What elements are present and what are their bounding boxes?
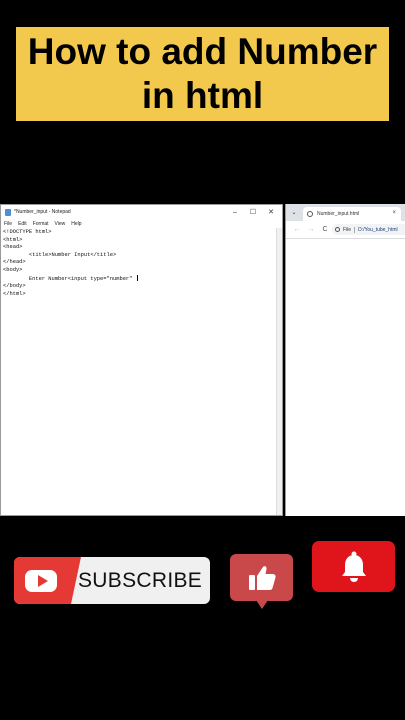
- title-banner: How to add Number in html: [16, 27, 389, 121]
- code-line: </head>: [3, 259, 26, 266]
- globe-icon: [307, 211, 313, 217]
- tab-close-icon[interactable]: ×: [392, 210, 396, 216]
- title-line-1: How to add Number: [27, 31, 378, 72]
- tab-search-icon[interactable]: ⌄: [289, 208, 299, 218]
- menu-edit[interactable]: Edit: [18, 221, 27, 227]
- browser-tabstrip: ⌄ Number_input.html ×: [286, 204, 405, 221]
- notepad-scrollbar[interactable]: [276, 228, 282, 515]
- address-bar[interactable]: File D:/You_tube_html: [332, 224, 405, 235]
- forward-button[interactable]: →: [304, 226, 318, 233]
- notepad-titlebar: *Number_input - Notepad – ☐ ✕: [1, 205, 282, 219]
- code-line: <!DOCTYPE html>: [3, 229, 52, 235]
- url-text: D:/You_tube_html: [358, 226, 398, 233]
- reload-button[interactable]: C: [318, 226, 332, 233]
- window-controls: – ☐ ✕: [226, 205, 280, 219]
- notepad-icon: [5, 208, 11, 216]
- close-button[interactable]: ✕: [262, 208, 280, 216]
- notepad-menubar: File Edit Format View Help: [1, 219, 282, 228]
- notepad-title: *Number_input - Notepad: [14, 209, 71, 215]
- code-line: <body>: [3, 266, 23, 273]
- tab-title: Number_input.html: [317, 211, 360, 217]
- code-line: <title>Number Input</title>: [3, 251, 117, 258]
- menu-file[interactable]: File: [4, 221, 12, 227]
- minimize-button[interactable]: –: [226, 209, 244, 216]
- browser-window: ⌄ Number_input.html × ← → C File D:/You_…: [285, 204, 405, 516]
- notepad-text-area[interactable]: <!DOCTYPE html> <html> <head> <title>Numbe…: [1, 228, 277, 515]
- thumbs-up-icon: [248, 565, 276, 590]
- menu-view[interactable]: View: [55, 221, 66, 227]
- like-button[interactable]: [230, 554, 293, 609]
- code-line: <head>: [3, 244, 23, 251]
- bell-icon: [341, 551, 366, 582]
- subscribe-icon-area: [14, 557, 68, 604]
- maximize-button[interactable]: ☐: [244, 208, 262, 216]
- info-icon: [335, 227, 340, 232]
- text-caret: [136, 274, 138, 281]
- code-line-with-caret: Enter Number<input type="number": [3, 274, 275, 284]
- title-line-2: in html: [141, 75, 264, 116]
- browser-tab[interactable]: Number_input.html ×: [303, 207, 401, 221]
- notification-bell-button[interactable]: [312, 541, 395, 592]
- menu-help[interactable]: Help: [71, 221, 81, 227]
- subscribe-button[interactable]: SUBSCRIBE: [14, 557, 210, 604]
- code-line: Enter Number<input type="number": [3, 275, 136, 282]
- browser-toolbar: ← → C File D:/You_tube_html: [286, 221, 405, 239]
- code-line: </body>: [3, 283, 26, 290]
- youtube-logo-icon: [25, 569, 57, 592]
- back-button[interactable]: ←: [290, 226, 304, 233]
- code-line: <html>: [3, 236, 23, 243]
- menu-format[interactable]: Format: [33, 221, 49, 227]
- notepad-window: *Number_input - Notepad – ☐ ✕ File Edit …: [0, 204, 283, 516]
- file-chip: File: [343, 226, 356, 233]
- subscribe-label: SUBSCRIBE: [78, 568, 203, 592]
- code-line: </html>: [3, 290, 26, 297]
